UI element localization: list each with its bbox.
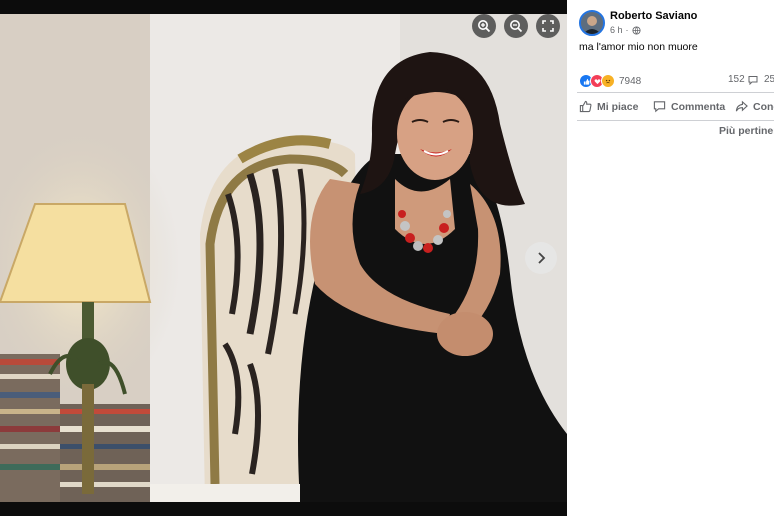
chevron-right-icon bbox=[538, 252, 546, 264]
angry-reaction-icon bbox=[601, 74, 615, 88]
reaction-count: 7948 bbox=[619, 75, 642, 87]
comment-count: 152 bbox=[728, 74, 745, 85]
share-button[interactable]: Condividi bbox=[735, 100, 774, 113]
comment-bubble-icon bbox=[748, 75, 758, 85]
zoom-out-icon[interactable] bbox=[504, 14, 528, 38]
post-author[interactable]: Roberto Saviano bbox=[610, 10, 697, 22]
thumbs-up-icon bbox=[579, 100, 592, 113]
post-timestamp[interactable]: 6 h · bbox=[610, 25, 641, 35]
like-button[interactable]: Mi piace bbox=[579, 100, 638, 113]
comment-button-label: Commenta bbox=[671, 100, 726, 113]
reactions-summary[interactable]: 7948 bbox=[579, 74, 641, 88]
share-count[interactable]: 25 bbox=[764, 74, 774, 85]
comment-icon bbox=[653, 101, 666, 113]
divider bbox=[577, 92, 774, 93]
post-photo bbox=[0, 14, 567, 502]
fullscreen-icon[interactable] bbox=[536, 14, 560, 38]
post-text: ma l'amor mio non muore bbox=[579, 41, 698, 53]
comment-button[interactable]: Commenta bbox=[653, 100, 725, 113]
comments-filter-dropdown[interactable]: Più pertinenti bbox=[719, 125, 774, 137]
comment-count-link[interactable]: 152 bbox=[728, 74, 758, 85]
divider bbox=[577, 120, 774, 121]
post-time[interactable]: 6 h bbox=[610, 25, 623, 35]
zoom-in-icon[interactable] bbox=[472, 14, 496, 38]
photo-viewer bbox=[0, 14, 567, 502]
avatar[interactable] bbox=[579, 10, 605, 36]
next-photo-button[interactable] bbox=[525, 242, 557, 274]
share-icon bbox=[735, 100, 748, 112]
globe-icon bbox=[631, 25, 641, 35]
like-button-label: Mi piace bbox=[597, 100, 639, 113]
share-button-label: Condividi bbox=[753, 100, 774, 113]
viewer-bottom-bar bbox=[0, 502, 567, 516]
post-details-panel: Roberto Saviano 6 h · ma l'amor mio non … bbox=[567, 0, 774, 516]
